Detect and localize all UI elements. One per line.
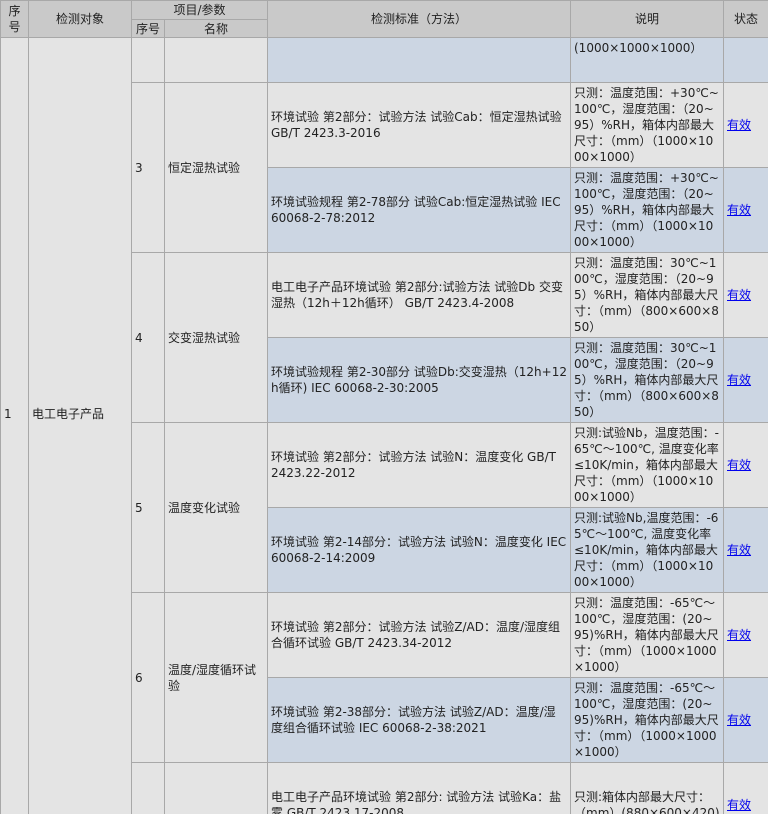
standard-cell: 环境试验 第2-14部分：试验方法 试验N：温度变化 IEC 60068-2-1… bbox=[267, 507, 571, 593]
remark-cell: 只测:试验Nb，温度范围：-65℃～100℃, 温度变化率 ≤10K/min，箱… bbox=[570, 422, 724, 508]
item-name-cell: 恒定湿热试验 bbox=[164, 82, 268, 253]
item-no-cell: 6 bbox=[131, 592, 165, 763]
status-cell: 有效 bbox=[723, 252, 768, 338]
group-object-cell: 电工电子产品 bbox=[28, 0, 132, 814]
status-link[interactable]: 有效 bbox=[727, 458, 751, 472]
header-seq: 序号 bbox=[0, 0, 29, 38]
status-cell: 有效 bbox=[723, 167, 768, 253]
remark-cell: 只测：温度范围：-65℃～100℃，湿度范围：(20~95)%RH，箱体内部最大… bbox=[570, 677, 724, 763]
header-item-name: 名称 bbox=[163, 19, 269, 38]
standard-cell: 电工电子产品环境试验 第2部分: 试验方法 试验Ka：盐雾 GB/T 2423.… bbox=[267, 762, 571, 814]
remark-cell: 只测：温度范围：+30℃~100℃，湿度范围：（20~95）%RH，箱体内部最大… bbox=[570, 82, 724, 168]
table-header: 序号 检测对象 项目/参数 检测标准（方法） 说明 状态 序号 名称 bbox=[0, 0, 768, 38]
status-cell: 有效 bbox=[723, 762, 768, 814]
item-name-cell: 交变湿热试验 bbox=[164, 252, 268, 423]
remark-cell: 只测：温度范围：30℃~100℃，湿度范围：（20~95）%RH，箱体内部最大尺… bbox=[570, 337, 724, 423]
status-link[interactable]: 有效 bbox=[727, 118, 751, 132]
header-item-group: 项目/参数 bbox=[130, 0, 269, 20]
standard-cell: 环境试验 第2部分：试验方法 试验N：温度变化 GB/T 2423.22-201… bbox=[267, 422, 571, 508]
remark-cell: 只测:箱体内部最大尺寸：（mm）(880×600×420) bbox=[570, 762, 724, 814]
header-object: 检测对象 bbox=[28, 0, 132, 38]
status-cell: 有效 bbox=[723, 592, 768, 678]
status-cell: 有效 bbox=[723, 677, 768, 763]
remark-cell: 只测：温度范围：30℃~100℃，湿度范围：（20~95）%RH，箱体内部最大尺… bbox=[570, 252, 724, 338]
item-no-cell: 5 bbox=[131, 422, 165, 593]
standard-cell: 电工电子产品环境试验 第2部分:试验方法 试验Db 交变湿热（12h＋12h循环… bbox=[267, 252, 571, 338]
results-table: 1电工电子产品2高温试验环境试验 第2-1部分 试验B:干热 IEC 60068… bbox=[0, 0, 768, 814]
status-link[interactable]: 有效 bbox=[727, 798, 751, 812]
status-link[interactable]: 有效 bbox=[727, 628, 751, 642]
item-name-cell: 温度变化试验 bbox=[164, 422, 268, 593]
status-cell: 有效 bbox=[723, 82, 768, 168]
item-no-cell: 3 bbox=[131, 82, 165, 253]
standard-cell: 环境试验 第2-38部分：试验方法 试验Z/AD：温度/湿度组合循环试验 IEC… bbox=[267, 677, 571, 763]
status-link[interactable]: 有效 bbox=[727, 713, 751, 727]
status-cell: 有效 bbox=[723, 422, 768, 508]
header-standard: 检测标准（方法） bbox=[267, 0, 572, 38]
group-seq-cell: 1 bbox=[0, 0, 29, 814]
header-remark: 说明 bbox=[570, 0, 725, 38]
status-link[interactable]: 有效 bbox=[727, 373, 751, 387]
standard-cell: 环境试验 第2部分：试验方法 试验Z/AD：温度/湿度组合循环试验 GB/T 2… bbox=[267, 592, 571, 678]
status-link[interactable]: 有效 bbox=[727, 288, 751, 302]
item-no-cell bbox=[131, 762, 165, 814]
status-link[interactable]: 有效 bbox=[727, 543, 751, 557]
status-link[interactable]: 有效 bbox=[727, 203, 751, 217]
standard-cell: 环境试验 第2部分：试验方法 试验Cab：恒定湿热试验 GB/T 2423.3-… bbox=[267, 82, 571, 168]
item-no-cell: 4 bbox=[131, 252, 165, 423]
status-cell: 有效 bbox=[723, 337, 768, 423]
standard-cell: 环境试验规程 第2-78部分 试验Cab:恒定湿热试验 IEC 60068-2-… bbox=[267, 167, 571, 253]
remark-cell: 只测：温度范围：-65℃～100℃，湿度范围：(20~95)%RH，箱体内部最大… bbox=[570, 592, 724, 678]
results-viewport: 序号 检测对象 项目/参数 检测标准（方法） 说明 状态 序号 名称 1 电工电子… bbox=[0, 0, 768, 814]
item-name-cell: 温度/湿度循环试验 bbox=[164, 592, 268, 763]
header-status: 状态 bbox=[723, 0, 768, 38]
remark-cell: 只测：温度范围：+30℃~100℃，湿度范围：（20~95）%RH，箱体内部最大… bbox=[570, 167, 724, 253]
status-cell: 有效 bbox=[723, 507, 768, 593]
item-name-cell bbox=[164, 762, 268, 814]
remark-cell: 只测:试验Nb,温度范围：-65℃～100℃, 温度变化率 ≤10K/min，箱… bbox=[570, 507, 724, 593]
standard-cell: 环境试验规程 第2-30部分 试验Db:交变湿热（12h+12h循环) IEC … bbox=[267, 337, 571, 423]
header-item-no: 序号 bbox=[131, 19, 165, 38]
